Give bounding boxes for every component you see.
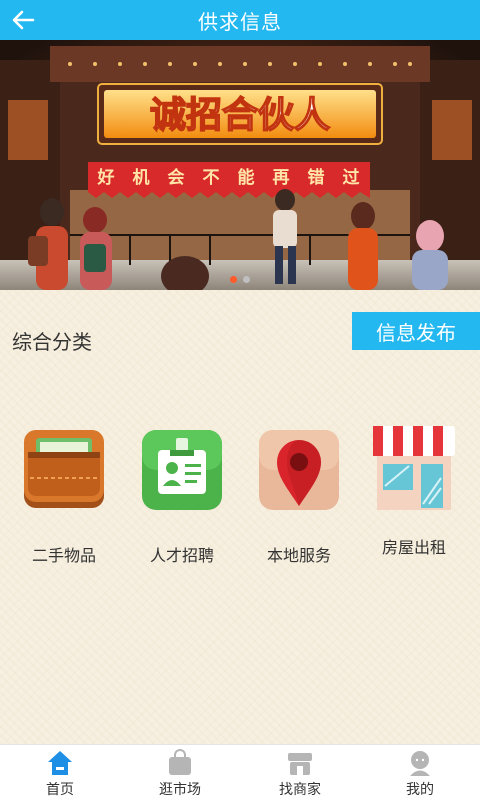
slogan-char: 不: [203, 168, 220, 188]
tab-merchants[interactable]: 找商家: [240, 745, 360, 800]
publish-info-button[interactable]: 信息发布: [352, 312, 480, 350]
banner-dot-active[interactable]: [230, 276, 237, 283]
category-label: 人才招聘: [149, 546, 214, 565]
category-label: 房屋出租: [381, 538, 446, 557]
store-icon: [288, 753, 312, 775]
slogan-char: 再: [273, 168, 290, 188]
section-title: 综合分类: [12, 330, 92, 354]
tab-label: 找商家: [279, 782, 321, 798]
bottom-tab-bar: 首页 逛市场 找商家 我的: [0, 744, 480, 800]
page-title: 供求信息: [198, 9, 282, 34]
tab-market[interactable]: 逛市场: [120, 745, 240, 800]
storefront-icon: [373, 426, 455, 510]
app-header: 供求信息: [0, 0, 480, 40]
category-item-house-rental[interactable]: 房屋出租: [359, 420, 469, 558]
banner-illustration: 诚招合伙人 好 机 会 不 能 再 错 过: [0, 40, 480, 290]
location-pin-icon: [259, 430, 339, 510]
category-item-recruitment[interactable]: 人才招聘: [127, 428, 237, 566]
category-label: 二手物品: [31, 546, 96, 565]
category-item-secondhand[interactable]: 二手物品: [9, 428, 119, 566]
slogan-char: 错: [308, 167, 325, 188]
banner-dot[interactable]: [243, 276, 250, 283]
tab-label: 逛市场: [159, 782, 201, 798]
category-item-local-service[interactable]: 本地服务: [244, 428, 354, 566]
promo-banner[interactable]: 诚招合伙人 好 机 会 不 能 再 错 过: [0, 40, 480, 290]
tab-home[interactable]: 首页: [0, 745, 120, 800]
slogan-char: 过: [343, 168, 360, 188]
category-section: 综合分类 信息发布 二手物品 人才招聘 本地服务 房屋出租: [0, 290, 480, 744]
slogan-char: 机: [133, 167, 150, 188]
slogan-char: 好: [97, 167, 115, 188]
home-icon: [48, 751, 72, 775]
tab-label: 首页: [46, 782, 74, 798]
tab-label: 我的: [406, 782, 434, 798]
wallet-icon: [24, 430, 104, 508]
slogan-char: 会: [168, 167, 185, 188]
back-button[interactable]: [6, 4, 40, 36]
slogan-char: 能: [238, 167, 255, 188]
tab-mine[interactable]: 我的: [360, 745, 480, 800]
back-arrow-icon: [12, 10, 35, 30]
banner-headline: 诚招合伙人: [150, 95, 330, 136]
user-icon: [410, 751, 430, 776]
category-label: 本地服务: [266, 546, 331, 565]
id-badge-icon: [142, 430, 222, 510]
shopping-bag-icon: [169, 749, 191, 775]
banner-pagination: [0, 276, 480, 283]
